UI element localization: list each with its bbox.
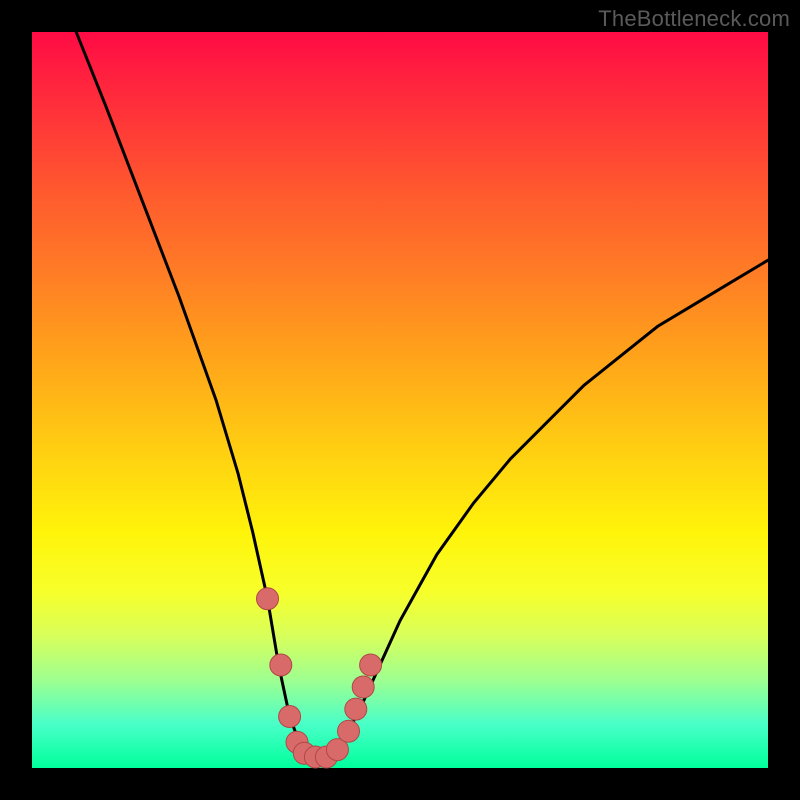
curve-marker [338, 720, 360, 742]
watermark-text: TheBottleneck.com [598, 6, 790, 32]
curve-marker [345, 698, 367, 720]
curve-marker [360, 654, 382, 676]
bottleneck-curve [76, 32, 768, 757]
curve-marker [270, 654, 292, 676]
chart-svg [32, 32, 768, 768]
plot-area [32, 32, 768, 768]
chart-frame: TheBottleneck.com [0, 0, 800, 800]
curve-marker [279, 706, 301, 728]
curve-marker [257, 588, 279, 610]
marker-group [257, 588, 382, 768]
curve-marker [352, 676, 374, 698]
